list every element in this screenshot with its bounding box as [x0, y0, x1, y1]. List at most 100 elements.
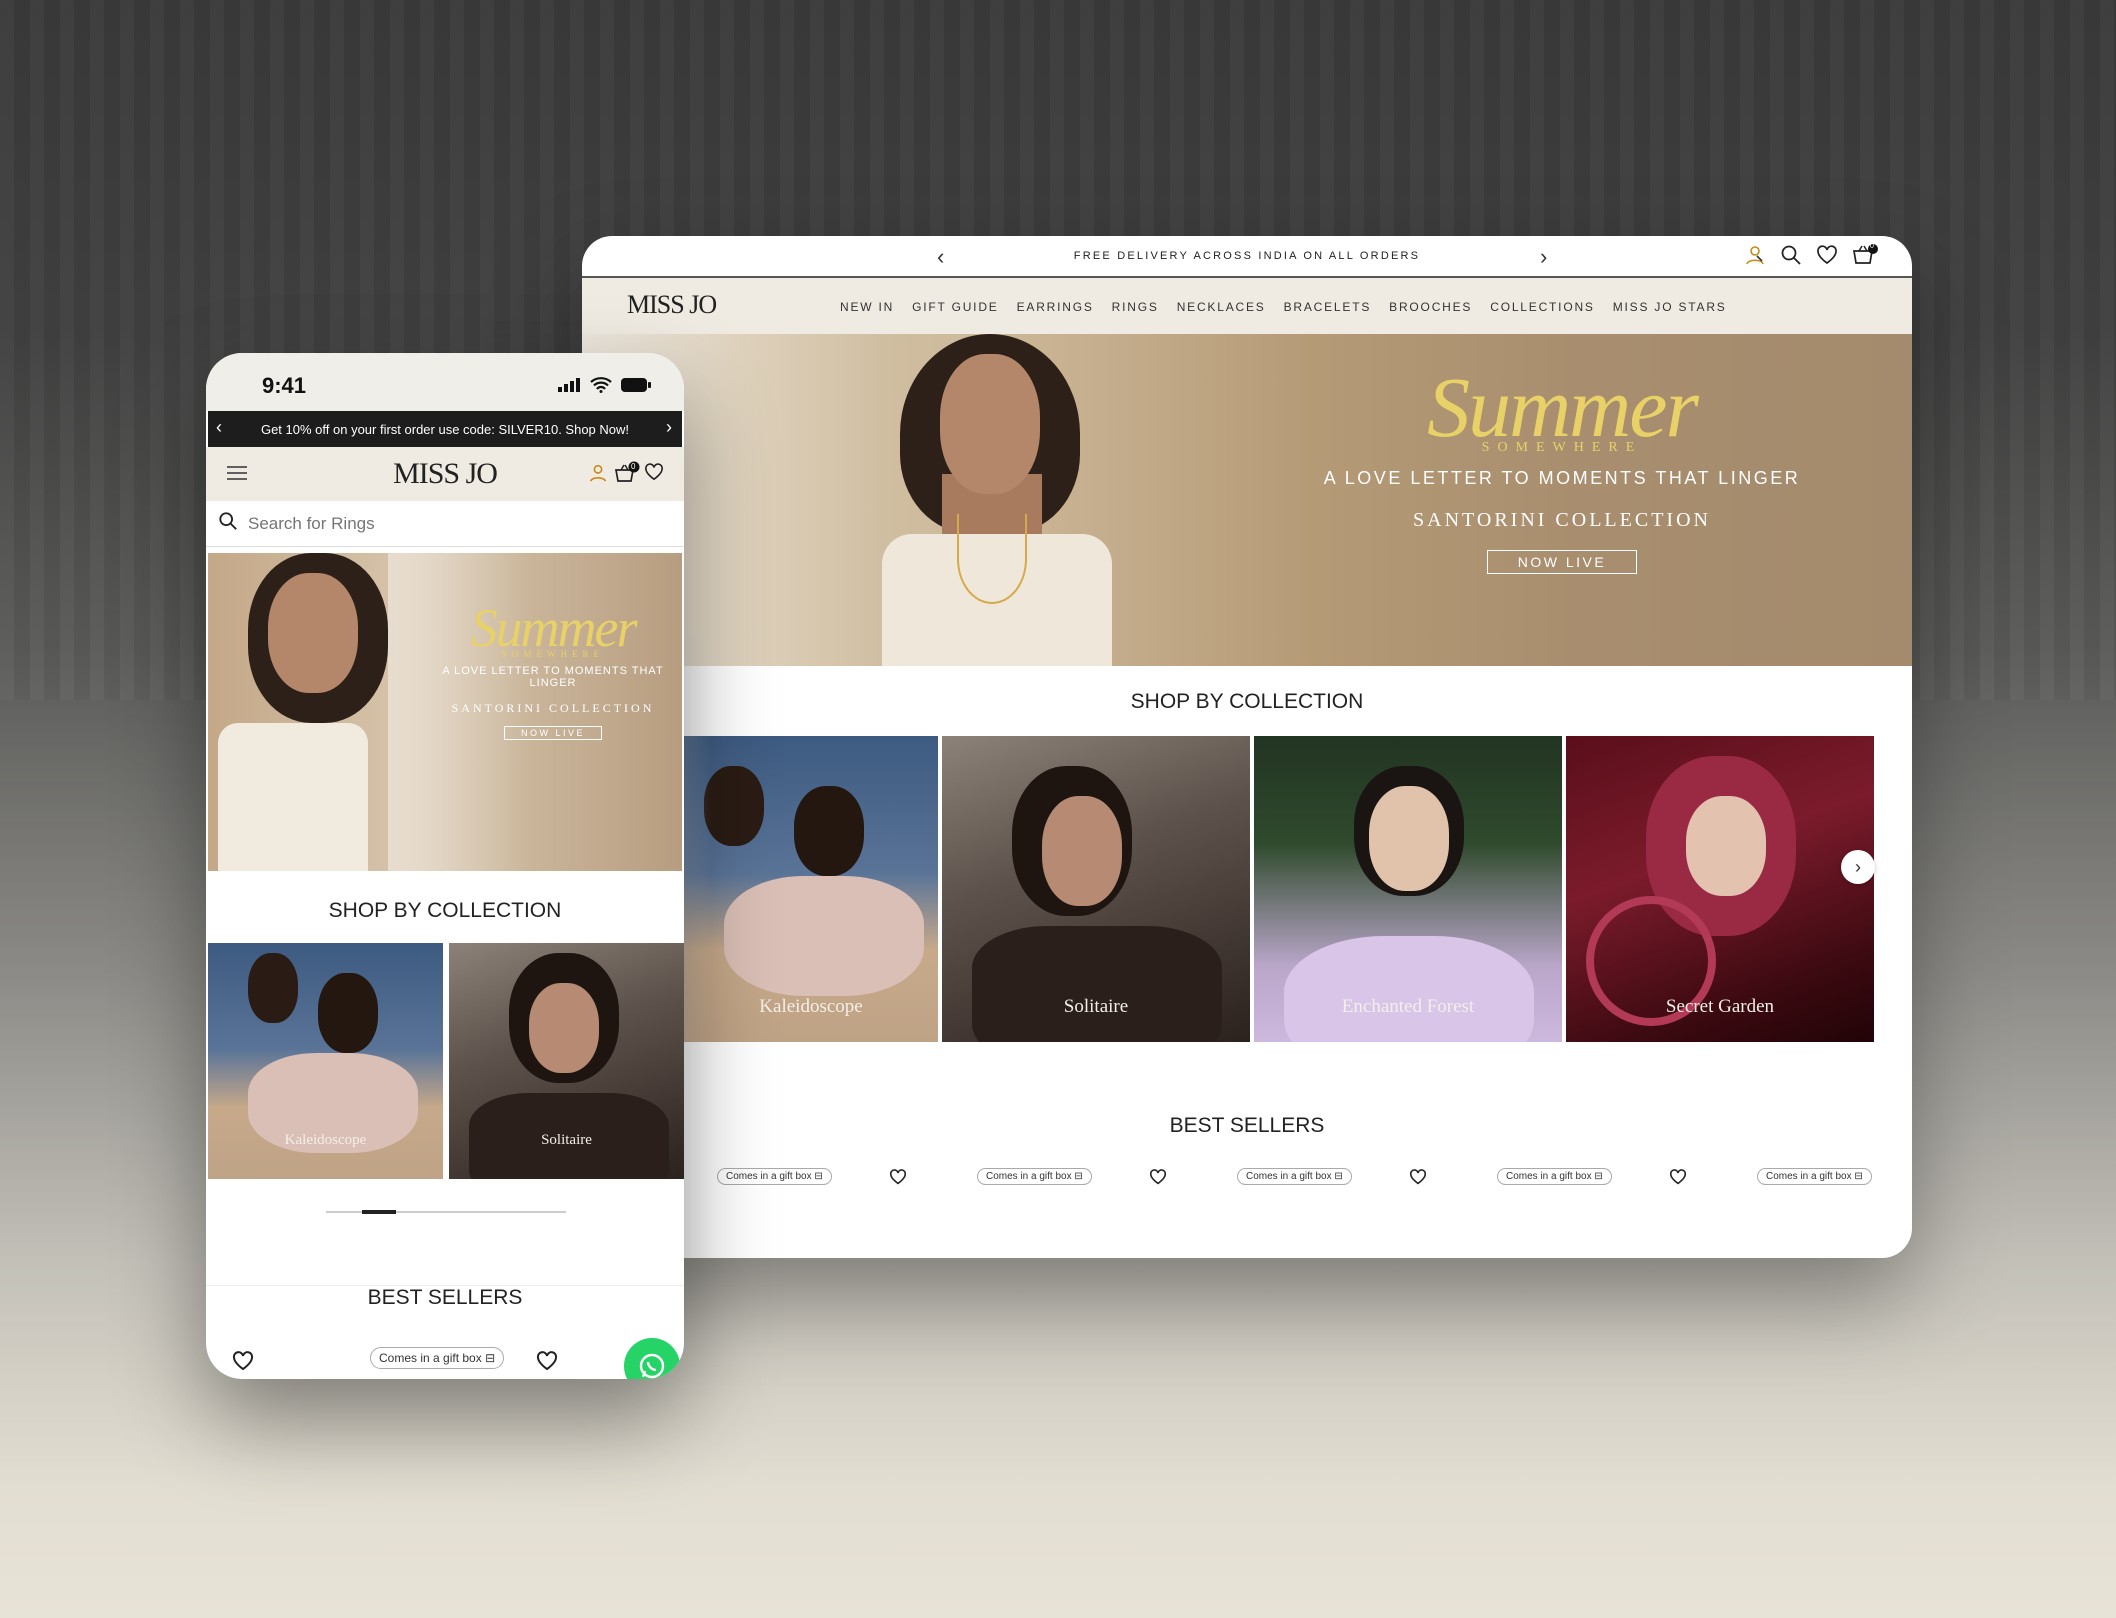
card-figure [1686, 796, 1766, 896]
best-sellers-row: Comes in a gift box ⊟ [206, 1343, 684, 1379]
gift-box-badge: Comes in a gift box ⊟ [370, 1347, 505, 1369]
announcement-bar: ‹ FREE DELIVERY ACROSS INDIA ON ALL ORDE… [582, 236, 1912, 278]
nav-item-new-in[interactable]: NEW IN [840, 300, 894, 314]
collection-label: Kaleidoscope [284, 1132, 367, 1148]
hero-banner[interactable]: Summer SOMEWHERE A LOVE LETTER TO MOMENT… [208, 553, 682, 871]
nav-item-rings[interactable]: RINGS [1112, 300, 1159, 314]
card-figure [1284, 936, 1534, 1042]
hero-script-title: Summer [1427, 359, 1699, 455]
gift-box-badge: Comes in a gift box ⊟ [717, 1168, 832, 1185]
best-sellers-row: Comes in a gift box ⊟ Comes in a gift bo… [717, 1168, 1877, 1198]
collection-label: Enchanted Forest [1341, 996, 1475, 1017]
search-input[interactable] [248, 513, 628, 534]
product-card[interactable]: Comes in a gift box ⊟ [977, 1168, 1237, 1198]
gift-badge-text: Comes in a gift box [1246, 1171, 1332, 1182]
carousel-next-button[interactable]: › [1841, 850, 1875, 884]
gift-badge-text: Comes in a gift box [986, 1171, 1072, 1182]
carousel-progress-thumb [362, 1210, 396, 1214]
collection-carousel: Kaleidoscope Solitaire [208, 943, 684, 1179]
wishlist-icon[interactable] [644, 463, 664, 486]
product-card[interactable]: Comes in a gift box ⊟ [1757, 1168, 1877, 1198]
card-figure [724, 876, 924, 996]
nav-item-earrings[interactable]: EARRINGS [1017, 300, 1094, 314]
announcement-text: FREE DELIVERY ACROSS INDIA ON ALL ORDERS [1073, 250, 1421, 262]
card-figure [704, 766, 764, 846]
hero-banner[interactable]: Summer SOMEWHERE A LOVE LETTER TO MOMENT… [582, 334, 1912, 666]
nav-item-necklaces[interactable]: NECKLACES [1177, 300, 1266, 314]
status-bar: 9:41 [206, 353, 684, 411]
heart-icon[interactable] [889, 1169, 907, 1190]
card-figure [1042, 796, 1122, 906]
brand-logo[interactable]: MISS JO [206, 457, 684, 491]
cart-icon[interactable]: 0 [614, 461, 640, 488]
wishlist-icon[interactable] [1816, 244, 1838, 266]
collection-card-kaleidoscope[interactable]: Kaleidoscope [684, 736, 938, 1042]
best-sellers-heading: BEST SELLERS [206, 1285, 684, 1310]
shop-by-collection-heading: SHOP BY COLLECTION [1130, 690, 1364, 713]
chevron-right-icon[interactable]: › [1540, 244, 1547, 270]
product-card[interactable]: Comes in a gift box ⊟ [717, 1168, 977, 1198]
collection-card-solitaire[interactable]: Solitaire [449, 943, 684, 1179]
card-figure [318, 973, 378, 1053]
nav-item-miss-jo-stars[interactable]: MISS JO STARS [1613, 300, 1727, 314]
hero-script-subtitle: SOMEWHERE [502, 649, 604, 659]
hero-script-subtitle: SOMEWHERE [1481, 440, 1643, 455]
status-time: 9:41 [262, 373, 307, 398]
card-figure [1369, 786, 1449, 891]
nav-item-collections[interactable]: COLLECTIONS [1490, 300, 1595, 314]
hero-necklace [957, 514, 1027, 604]
heart-icon[interactable] [1409, 1169, 1427, 1190]
now-live-button[interactable]: NOW LIVE [1486, 550, 1638, 574]
product-card[interactable]: Comes in a gift box ⊟ [1237, 1168, 1497, 1198]
collection-card-enchanted-forest[interactable]: Enchanted Forest [1254, 736, 1562, 1042]
hero-text: Summer SOMEWHERE A LOVE LETTER TO MOMENT… [1282, 364, 1842, 574]
gift-icon: ⊟ [485, 1351, 496, 1365]
cart-icon[interactable]: 0 [1852, 243, 1878, 266]
shop-by-collection-heading: SHOP BY COLLECTION [328, 899, 562, 922]
now-live-button[interactable]: NOW LIVE [503, 726, 602, 740]
heart-icon[interactable] [536, 1351, 558, 1376]
whatsapp-icon [638, 1352, 666, 1379]
hero-model-dress [218, 723, 368, 871]
heart-icon[interactable] [1669, 1169, 1687, 1190]
heart-icon[interactable] [232, 1351, 254, 1376]
cart-count: 0 [1870, 243, 1874, 250]
chevron-left-icon[interactable]: ‹ [937, 244, 944, 270]
signal-icon [558, 378, 582, 397]
brand-logo[interactable]: MISS JO [627, 290, 717, 320]
account-icon[interactable] [588, 463, 608, 488]
card-figure [248, 953, 298, 1023]
gift-icon: ⊟ [1854, 1171, 1863, 1182]
account-icon[interactable] [1744, 244, 1766, 266]
battery-icon [620, 377, 652, 398]
hero-tagline: A LOVE LETTER TO MOMENTS THAT LINGER [1323, 468, 1801, 488]
gift-badge-text: Comes in a gift box [1766, 1171, 1852, 1182]
gift-box-badge: Comes in a gift box ⊟ [1497, 1168, 1612, 1185]
product-card[interactable]: Comes in a gift box ⊟ [1497, 1168, 1757, 1198]
heart-icon[interactable] [1149, 1169, 1167, 1190]
gift-icon: ⊟ [1074, 1171, 1083, 1182]
collection-card-solitaire[interactable]: Solitaire [942, 736, 1250, 1042]
search-bar [206, 501, 684, 547]
chevron-right-icon[interactable]: › [666, 417, 672, 438]
search-icon[interactable] [1780, 244, 1802, 266]
gift-box-badge: Comes in a gift box ⊟ [977, 1168, 1092, 1185]
hero-collection-name: SANTORINI COLLECTION [451, 701, 655, 715]
gift-icon: ⊟ [1594, 1171, 1603, 1182]
mobile-header: MISS JO 0 [206, 447, 684, 501]
nav-item-brooches[interactable]: BROOCHES [1389, 300, 1472, 314]
desktop-screen: ‹ FREE DELIVERY ACROSS INDIA ON ALL ORDE… [582, 236, 1912, 1258]
nav-item-gift-guide[interactable]: GIFT GUIDE [912, 300, 998, 314]
chevron-left-icon[interactable]: ‹ [216, 417, 222, 438]
promo-text[interactable]: Get 10% off on your first order use code… [261, 422, 629, 437]
collection-label: Kaleidoscope [759, 996, 863, 1017]
carousel-progress [326, 1210, 566, 1214]
cart-count: 0 [631, 462, 636, 471]
collection-label: Secret Garden [1665, 996, 1775, 1017]
collection-card-secret-garden[interactable]: Secret Garden [1566, 736, 1874, 1042]
main-navigation: MISS JO NEW IN GIFT GUIDE EARRINGS RINGS… [582, 278, 1912, 334]
collection-card-kaleidoscope[interactable]: Kaleidoscope [208, 943, 443, 1179]
nav-item-bracelets[interactable]: BRACELETS [1284, 300, 1372, 314]
card-figure [529, 983, 599, 1073]
search-icon[interactable] [218, 511, 238, 536]
